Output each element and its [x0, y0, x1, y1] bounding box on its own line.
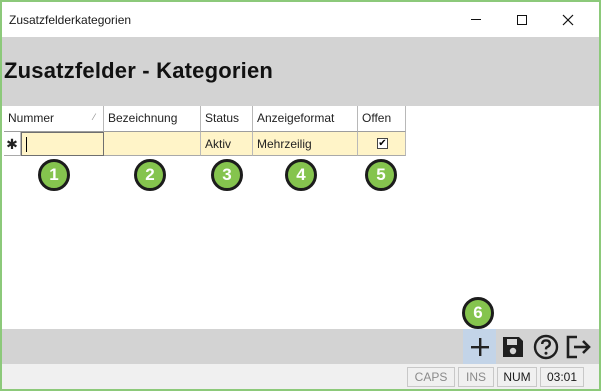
column-header-label: Status: [205, 111, 240, 125]
minimize-button[interactable]: [453, 2, 499, 37]
minimize-icon: [471, 19, 481, 20]
status-cell[interactable]: Aktiv: [201, 132, 253, 156]
page-title: Zusatzfelder - Kategorien: [4, 58, 274, 83]
callout-badge-2: 2: [134, 159, 166, 191]
close-button[interactable]: [545, 2, 591, 37]
callout-badge-1: 1: [38, 159, 70, 191]
maximize-icon: [517, 14, 527, 25]
column-header-label: Nummer: [8, 111, 55, 125]
new-row-selector[interactable]: ✱: [4, 132, 21, 156]
column-header-label: Bezeichnung: [108, 111, 178, 125]
save-button[interactable]: [496, 329, 529, 364]
bezeichnung-cell[interactable]: [104, 132, 201, 156]
callout-badge-3: 3: [211, 159, 243, 191]
new-row-asterisk-icon: ✱: [6, 136, 18, 152]
title-bar: Zusatzfelderkategorien: [2, 2, 599, 37]
close-icon: [562, 14, 574, 25]
anzeigeformat-cell[interactable]: Mehrzeilig: [253, 132, 358, 156]
text-cursor: [26, 137, 27, 152]
column-header-bezeichnung[interactable]: Bezeichnung: [104, 106, 201, 132]
help-icon: [533, 334, 558, 359]
offen-checkbox[interactable]: ✔: [377, 138, 388, 149]
maximize-button[interactable]: [499, 2, 545, 37]
window-title: Zusatzfelderkategorien: [9, 13, 132, 27]
column-header-status[interactable]: Status: [201, 106, 253, 132]
page-header: Zusatzfelder - Kategorien: [2, 37, 599, 106]
callout-badge-4: 4: [285, 159, 317, 191]
save-icon: [502, 336, 523, 357]
column-header-anzeigeformat[interactable]: Anzeigeformat: [253, 106, 358, 132]
status-bar: CAPS INS NUM 03:01: [2, 364, 599, 389]
column-header-nummer[interactable]: Nummer ⁄: [4, 106, 104, 132]
exit-icon: [566, 335, 591, 358]
exit-button[interactable]: [562, 329, 595, 364]
insert-indicator: INS: [458, 367, 494, 387]
num-indicator: NUM: [497, 367, 537, 387]
clock: 03:01: [540, 367, 584, 387]
offen-cell[interactable]: ✔: [358, 132, 406, 156]
sort-indicator-icon: ⁄: [93, 112, 95, 122]
status-value: Aktiv: [205, 137, 232, 151]
column-header-label: Anzeigeformat: [257, 111, 335, 125]
anzeigeformat-value: Mehrzeilig: [257, 137, 312, 151]
add-icon: [470, 337, 489, 356]
application-window: Zusatzfelderkategorien Zusatzfelder - Ka…: [0, 0, 601, 391]
nummer-cell[interactable]: [21, 132, 104, 156]
help-button[interactable]: [529, 329, 562, 364]
column-header-label: Offen: [362, 111, 392, 125]
callout-badge-5: 5: [365, 159, 397, 191]
bottom-toolbar: [2, 329, 599, 364]
caps-indicator: CAPS: [407, 367, 455, 387]
checkmark-icon: ✔: [378, 138, 387, 149]
callout-badge-6: 6: [462, 297, 494, 329]
add-button[interactable]: [463, 329, 496, 364]
column-header-offen[interactable]: Offen: [358, 106, 406, 132]
